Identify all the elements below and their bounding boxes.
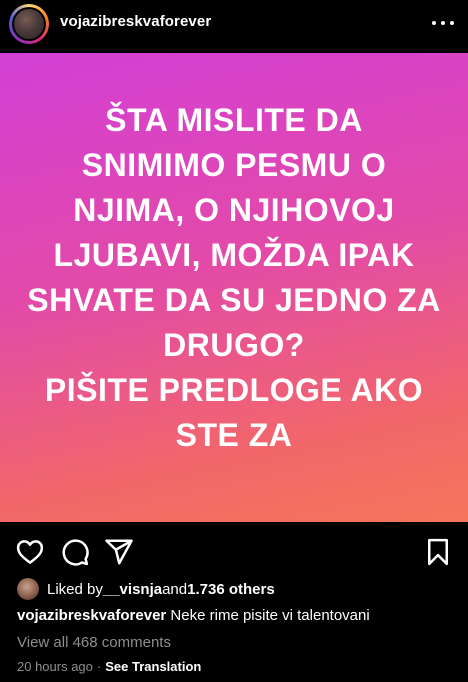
caption: vojazibreskvaforever Neke rime pisite vi… bbox=[17, 607, 370, 624]
post-text-line: STE ZA bbox=[175, 416, 293, 453]
post-username[interactable]: vojazibreskvaforever bbox=[60, 13, 211, 30]
caption-username[interactable]: vojazibreskvaforever bbox=[17, 607, 166, 624]
bookmark-icon[interactable] bbox=[423, 537, 453, 567]
meta-separator: · bbox=[96, 659, 102, 674]
likes-summary[interactable]: Liked by __visnja and 1.736 others bbox=[17, 577, 275, 601]
post-header: vojazibreskvaforever bbox=[0, 0, 468, 53]
post-timestamp: 20 hours ago bbox=[17, 659, 93, 674]
post-text: ŠTA MISLITE DA SNIMIMO PESMU O NJIMA, O … bbox=[14, 98, 454, 458]
liker-avatar[interactable] bbox=[17, 578, 39, 600]
avatar-photo bbox=[14, 9, 44, 39]
caption-text: Neke rime pisite vi talentovani bbox=[166, 607, 370, 624]
post-text-line: SHVATE DA SU JEDNO ZA bbox=[27, 281, 441, 318]
post-text-line: DRUGO? bbox=[163, 326, 305, 363]
comment-icon[interactable] bbox=[60, 537, 90, 567]
post-text-line: LJUBAVI, MOŽDA IPAK bbox=[53, 236, 415, 273]
action-bar bbox=[0, 522, 468, 580]
dot bbox=[450, 21, 454, 25]
post-image[interactable]: ŠTA MISLITE DA SNIMIMO PESMU O NJIMA, O … bbox=[0, 53, 468, 522]
liker-username[interactable]: __visnja bbox=[103, 581, 162, 598]
more-horizontal-icon[interactable] bbox=[432, 13, 454, 33]
see-translation-link[interactable]: See Translation bbox=[105, 659, 201, 674]
post-text-line: PIŠITE PREDLOGE AKO bbox=[44, 371, 424, 408]
avatar-ring-gap bbox=[12, 7, 46, 41]
avatar[interactable] bbox=[9, 4, 49, 44]
likes-prefix: Liked by bbox=[47, 580, 103, 598]
likes-middle: and bbox=[162, 580, 188, 598]
send-icon[interactable] bbox=[104, 537, 134, 567]
post-text-line: SNIMIMO PESMU O bbox=[81, 146, 387, 183]
post-text-line: NJIMA, O NJIHOVOJ bbox=[73, 191, 395, 228]
post-text-line: ŠTA MISLITE DA bbox=[105, 101, 363, 138]
heart-icon[interactable] bbox=[15, 537, 45, 567]
dot bbox=[432, 21, 436, 25]
view-all-comments-link[interactable]: View all 468 comments bbox=[17, 634, 171, 651]
post-meta: 20 hours ago · See Translation bbox=[17, 659, 201, 674]
dot bbox=[441, 21, 445, 25]
likes-count[interactable]: 1.736 others bbox=[187, 581, 275, 598]
